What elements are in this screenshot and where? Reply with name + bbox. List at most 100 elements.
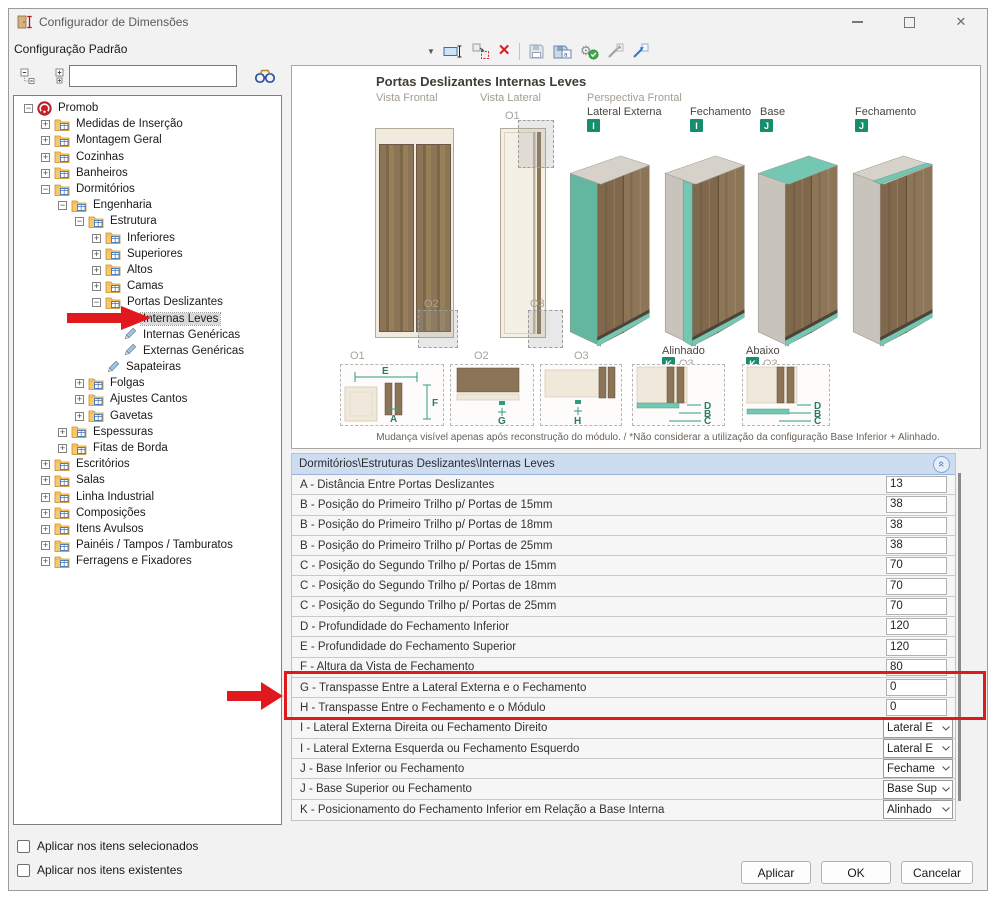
table-scrollbar-thumb[interactable] <box>958 473 961 801</box>
param-value-select[interactable]: Fechame <box>883 759 953 778</box>
config-dropdown-caret-icon[interactable]: ▼ <box>427 41 435 61</box>
minimize-button[interactable] <box>831 9 883 35</box>
tree-expander-plus-icon[interactable]: + <box>41 169 50 178</box>
apply-button[interactable]: Aplicar <box>741 861 811 884</box>
param-value-input[interactable]: 70 <box>886 598 947 615</box>
tree-expander-plus-icon[interactable]: + <box>41 541 50 550</box>
tree-expander-minus-icon[interactable]: − <box>58 201 67 210</box>
collapse-chevrons-icon[interactable]: « <box>933 456 950 473</box>
tree-expander-plus-icon[interactable]: + <box>41 509 50 518</box>
tree-expander-plus-icon[interactable]: + <box>41 557 50 566</box>
config-name-dropdown[interactable]: Configuração Padrão <box>14 42 127 56</box>
param-value-select[interactable]: Base Sup <box>883 780 953 799</box>
tree-expander-plus-icon[interactable]: + <box>92 234 101 243</box>
tree-item-engenharia[interactable]: −Engenharia <box>14 197 281 213</box>
tree-item-espessuras[interactable]: +Espessuras <box>14 424 281 440</box>
rename-config-icon[interactable] <box>443 41 464 61</box>
tree-item-superiores[interactable]: +Superiores <box>14 246 281 262</box>
param-value-input[interactable]: 38 <box>886 496 947 513</box>
tree-item-estrutura[interactable]: −Estrutura <box>14 213 281 229</box>
param-value-input[interactable]: 120 <box>886 618 947 635</box>
tree-expander-plus-icon[interactable]: + <box>41 525 50 534</box>
tree-item-fitas-de-borda[interactable]: +Fitas de Borda <box>14 440 281 456</box>
ok-button[interactable]: OK <box>821 861 891 884</box>
tree-item-dormit-rios[interactable]: −Dormitórios <box>14 181 281 197</box>
tree-item-gavetas[interactable]: +Gavetas <box>14 408 281 424</box>
tree-item-label: Altos <box>125 264 155 276</box>
param-value-input[interactable]: 70 <box>886 578 947 595</box>
copy-config-icon[interactable] <box>472 41 490 61</box>
tree-expander-plus-icon[interactable]: + <box>58 444 67 453</box>
tree-expander-minus-icon[interactable]: − <box>24 104 33 113</box>
save-icon[interactable] <box>528 41 545 61</box>
tree-expander-minus-icon[interactable]: − <box>75 217 84 226</box>
tree-expander-plus-icon[interactable]: + <box>41 136 50 145</box>
tree-item-medidas-de-inser-o[interactable]: +Medidas de Inserção <box>14 116 281 132</box>
tree-expander-plus-icon[interactable]: + <box>41 493 50 502</box>
param-label: I - Lateral Externa Esquerda ou Fechamen… <box>292 743 883 755</box>
tree-expander-plus-icon[interactable]: + <box>92 266 101 275</box>
param-value-input[interactable]: 120 <box>886 639 947 656</box>
tree-expander-plus-icon[interactable]: + <box>41 460 50 469</box>
param-value-input[interactable]: 38 <box>886 517 947 534</box>
folder-icon <box>54 134 70 147</box>
close-button[interactable]: ✕ <box>935 9 987 35</box>
tree-expander-plus-icon[interactable]: + <box>75 379 84 388</box>
tree-item-ferragens-e-fixadores[interactable]: +Ferragens e Fixadores <box>14 553 281 569</box>
tree-expander-plus-icon[interactable]: + <box>58 428 67 437</box>
tree-item-altos[interactable]: + Altos <box>14 262 281 278</box>
export-arrow-icon[interactable] <box>632 41 649 61</box>
tree-item-salas[interactable]: +Salas <box>14 472 281 488</box>
annotation-arrow-table <box>227 681 285 711</box>
tree-item-banheiros[interactable]: +Banheiros <box>14 165 281 181</box>
tree-item-sapateiras[interactable]: Sapateiras <box>14 359 281 375</box>
save-as-icon[interactable]: a <box>553 41 572 61</box>
tree-item-camas[interactable]: +Camas <box>14 278 281 294</box>
tree-item-externas-gen-ricas[interactable]: Externas Genéricas <box>14 343 281 359</box>
tree-item-pain-is-tampos-tamburatos[interactable]: +Painéis / Tampos / Tamburatos <box>14 537 281 553</box>
tree-item-itens-avulsos[interactable]: +Itens Avulsos <box>14 521 281 537</box>
collapse-all-icon[interactable] <box>15 63 41 89</box>
param-value-input[interactable]: 13 <box>886 476 947 493</box>
maximize-button[interactable] <box>883 9 935 35</box>
tree-item-montagem-geral[interactable]: +Montagem Geral <box>14 132 281 148</box>
tree-expander-plus-icon[interactable]: + <box>75 412 84 421</box>
param-value-select[interactable]: Lateral E <box>883 739 953 758</box>
tree-expander-plus-icon[interactable]: + <box>41 153 50 162</box>
tree-item-ajustes-cantos[interactable]: +Ajustes Cantos <box>14 391 281 407</box>
tree-item-linha-industrial[interactable]: +Linha Industrial <box>14 489 281 505</box>
cabinet-3d-fechamento-i <box>655 132 751 353</box>
tree-expander-minus-icon[interactable]: − <box>41 185 50 194</box>
tree-expander-plus-icon[interactable]: + <box>75 395 84 404</box>
tree-item-promob[interactable]: −Promob <box>14 100 281 116</box>
preview-caption: Mudança visível apenas após reconstrução… <box>352 432 964 443</box>
param-value-input[interactable]: 38 <box>886 537 947 554</box>
checkbox-apply-selected[interactable]: Aplicar nos itens selecionados <box>17 839 198 853</box>
checkbox-box[interactable] <box>17 864 30 877</box>
param-value-input[interactable]: 70 <box>886 557 947 574</box>
tree-item-composi-es[interactable]: +Composições <box>14 505 281 521</box>
tree-item-folgas[interactable]: +Folgas <box>14 375 281 391</box>
import-arrow-icon[interactable] <box>607 41 624 61</box>
checkbox-apply-existing[interactable]: Aplicar nos itens existentes <box>17 863 182 877</box>
checkbox-box[interactable] <box>17 840 30 853</box>
param-value-select[interactable]: Alinhado <box>883 800 953 819</box>
tree-expander-plus-icon[interactable]: + <box>92 282 101 291</box>
folder-icon <box>105 247 121 260</box>
tree-item-inferiores[interactable]: +Inferiores <box>14 230 281 246</box>
delete-config-icon[interactable]: ✕ <box>498 41 511 61</box>
cabinet-3d-fechamento-j <box>843 132 939 353</box>
cancel-button[interactable]: Cancelar <box>901 861 973 884</box>
tree-search-input[interactable] <box>69 65 237 87</box>
search-binoculars-icon[interactable] <box>251 63 279 89</box>
tree-expander-plus-icon[interactable]: + <box>92 250 101 259</box>
apply-config-gear-check-icon[interactable]: ⚙ <box>580 41 599 61</box>
tree-expander-plus-icon[interactable]: + <box>41 120 50 129</box>
tree-item-cozinhas[interactable]: +Cozinhas <box>14 149 281 165</box>
folder-icon <box>54 506 70 519</box>
tree-item-escrit-rios[interactable]: +Escritórios <box>14 456 281 472</box>
param-row-b-posi-o-do-primeiro-trilho-p-portas-de-18mm: B - Posição do Primeiro Trilho p/ Portas… <box>292 516 955 536</box>
param-value-select[interactable]: Lateral E <box>883 719 953 738</box>
app-door-dimension-icon <box>17 14 33 30</box>
tree-expander-plus-icon[interactable]: + <box>41 476 50 485</box>
